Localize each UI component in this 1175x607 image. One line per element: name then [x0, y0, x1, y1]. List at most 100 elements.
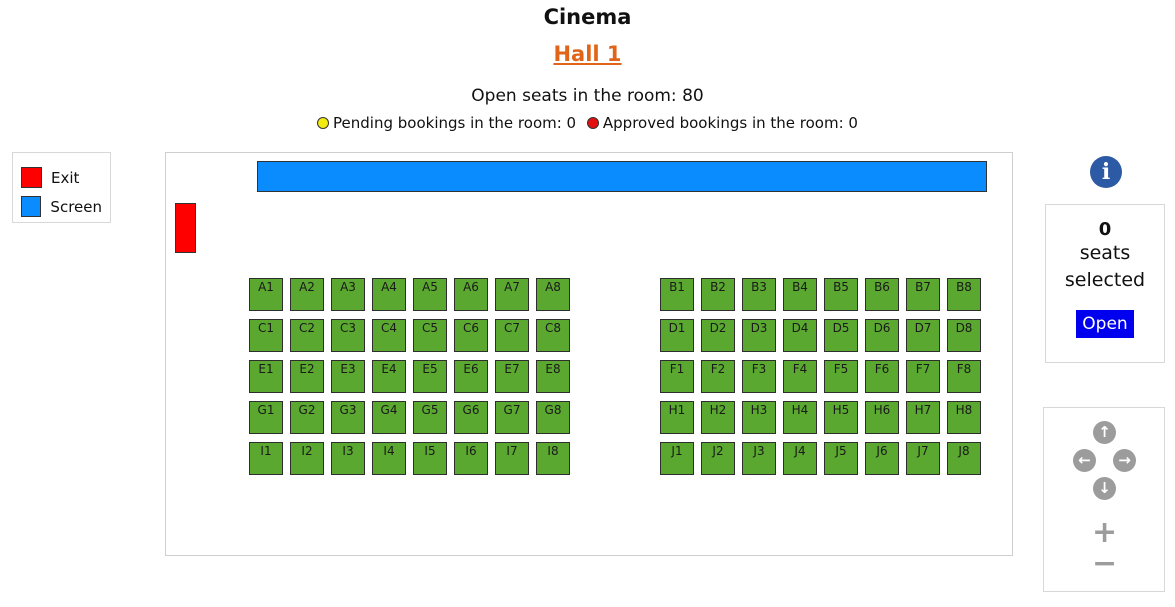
seat-C5[interactable]: C5: [413, 319, 447, 352]
seat-F2[interactable]: F2: [701, 360, 735, 393]
arrow-down-icon[interactable]: ↓: [1093, 477, 1116, 500]
seat-C6[interactable]: C6: [454, 319, 488, 352]
seat-F8[interactable]: F8: [947, 360, 981, 393]
seat-D7[interactable]: D7: [906, 319, 940, 352]
arrow-up-icon[interactable]: ↑: [1093, 421, 1116, 444]
seat-D5[interactable]: D5: [824, 319, 858, 352]
exit-marker: [175, 203, 196, 253]
cinema-screen: [257, 161, 987, 192]
seat-H8[interactable]: H8: [947, 401, 981, 434]
info-icon[interactable]: i: [1090, 156, 1122, 188]
selected-label-line1: seats: [1079, 242, 1131, 264]
seat-H4[interactable]: H4: [783, 401, 817, 434]
seat-H3[interactable]: H3: [742, 401, 776, 434]
pending-dot-icon: [317, 117, 330, 129]
seat-J4[interactable]: J4: [783, 442, 817, 475]
seat-D3[interactable]: D3: [742, 319, 776, 352]
seat-A7[interactable]: A7: [495, 278, 529, 311]
seat-H2[interactable]: H2: [701, 401, 735, 434]
seat-C7[interactable]: C7: [495, 319, 529, 352]
seat-G8[interactable]: G8: [536, 401, 570, 434]
seat-H6[interactable]: H6: [865, 401, 899, 434]
seat-G5[interactable]: G5: [413, 401, 447, 434]
hall-heading: Hall 1: [0, 42, 1175, 66]
seat-J1[interactable]: J1: [660, 442, 694, 475]
zoom-in-icon[interactable]: +: [1092, 518, 1117, 548]
approved-dot-icon: [586, 117, 599, 129]
seat-J2[interactable]: J2: [701, 442, 735, 475]
seat-C2[interactable]: C2: [290, 319, 324, 352]
seat-B5[interactable]: B5: [824, 278, 858, 311]
seat-A5[interactable]: A5: [413, 278, 447, 311]
seat-A2[interactable]: A2: [290, 278, 324, 311]
selected-label-line2: selected: [1064, 269, 1146, 291]
seat-I4[interactable]: I4: [372, 442, 406, 475]
arrow-right-icon[interactable]: →: [1113, 449, 1136, 472]
seat-E4[interactable]: E4: [372, 360, 406, 393]
seat-A6[interactable]: A6: [454, 278, 488, 311]
seat-F3[interactable]: F3: [742, 360, 776, 393]
seat-B3[interactable]: B3: [742, 278, 776, 311]
seat-E8[interactable]: E8: [536, 360, 570, 393]
arrow-left-icon[interactable]: ←: [1073, 449, 1096, 472]
seat-C3[interactable]: C3: [331, 319, 365, 352]
seat-D8[interactable]: D8: [947, 319, 981, 352]
seat-I5[interactable]: I5: [413, 442, 447, 475]
seat-E2[interactable]: E2: [290, 360, 324, 393]
seat-E7[interactable]: E7: [495, 360, 529, 393]
seat-C8[interactable]: C8: [536, 319, 570, 352]
seat-G3[interactable]: G3: [331, 401, 365, 434]
seat-I6[interactable]: I6: [454, 442, 488, 475]
seat-D2[interactable]: D2: [701, 319, 735, 352]
seat-G6[interactable]: G6: [454, 401, 488, 434]
seat-F6[interactable]: F6: [865, 360, 899, 393]
seat-H7[interactable]: H7: [906, 401, 940, 434]
seat-H5[interactable]: H5: [824, 401, 858, 434]
seat-E1[interactable]: E1: [249, 360, 283, 393]
zoom-out-icon[interactable]: −: [1092, 549, 1117, 579]
seat-E5[interactable]: E5: [413, 360, 447, 393]
seat-A3[interactable]: A3: [331, 278, 365, 311]
seat-B6[interactable]: B6: [865, 278, 899, 311]
seat-F1[interactable]: F1: [660, 360, 694, 393]
seat-E6[interactable]: E6: [454, 360, 488, 393]
seat-F7[interactable]: F7: [906, 360, 940, 393]
seat-B8[interactable]: B8: [947, 278, 981, 311]
seat-J8[interactable]: J8: [947, 442, 981, 475]
seat-I1[interactable]: I1: [249, 442, 283, 475]
pending-bookings: Pending bookings in the room: 0: [317, 114, 581, 132]
seat-B7[interactable]: B7: [906, 278, 940, 311]
seat-I8[interactable]: I8: [536, 442, 570, 475]
seat-A8[interactable]: A8: [536, 278, 570, 311]
map-navigation: ↑ ← → ↓ + −: [1043, 407, 1165, 592]
seat-A4[interactable]: A4: [372, 278, 406, 311]
seat-B1[interactable]: B1: [660, 278, 694, 311]
seat-G1[interactable]: G1: [249, 401, 283, 434]
seat-B2[interactable]: B2: [701, 278, 735, 311]
seat-B4[interactable]: B4: [783, 278, 817, 311]
seat-F4[interactable]: F4: [783, 360, 817, 393]
seat-G2[interactable]: G2: [290, 401, 324, 434]
seat-I2[interactable]: I2: [290, 442, 324, 475]
seat-C1[interactable]: C1: [249, 319, 283, 352]
seat-H1[interactable]: H1: [660, 401, 694, 434]
seat-D4[interactable]: D4: [783, 319, 817, 352]
seat-map: A1 A2 A3 A4 A5 A6 A7 A8 C1 C2 C3 C4 C5 C6 C7 C8 E1 E2 E3 E4…: [165, 152, 1013, 556]
seat-J7[interactable]: J7: [906, 442, 940, 475]
hall-link[interactable]: Hall 1: [553, 42, 621, 66]
seat-E3[interactable]: E3: [331, 360, 365, 393]
seat-I3[interactable]: I3: [331, 442, 365, 475]
seat-A1[interactable]: A1: [249, 278, 283, 311]
seat-G7[interactable]: G7: [495, 401, 529, 434]
seat-J6[interactable]: J6: [865, 442, 899, 475]
seat-I7[interactable]: I7: [495, 442, 529, 475]
seat-C4[interactable]: C4: [372, 319, 406, 352]
seat-G4[interactable]: G4: [372, 401, 406, 434]
seat-J3[interactable]: J3: [742, 442, 776, 475]
seat-D6[interactable]: D6: [865, 319, 899, 352]
seat-J5[interactable]: J5: [824, 442, 858, 475]
open-button[interactable]: Open: [1076, 310, 1134, 338]
legend-item-exit: Exit: [21, 163, 102, 192]
seat-D1[interactable]: D1: [660, 319, 694, 352]
seat-F5[interactable]: F5: [824, 360, 858, 393]
